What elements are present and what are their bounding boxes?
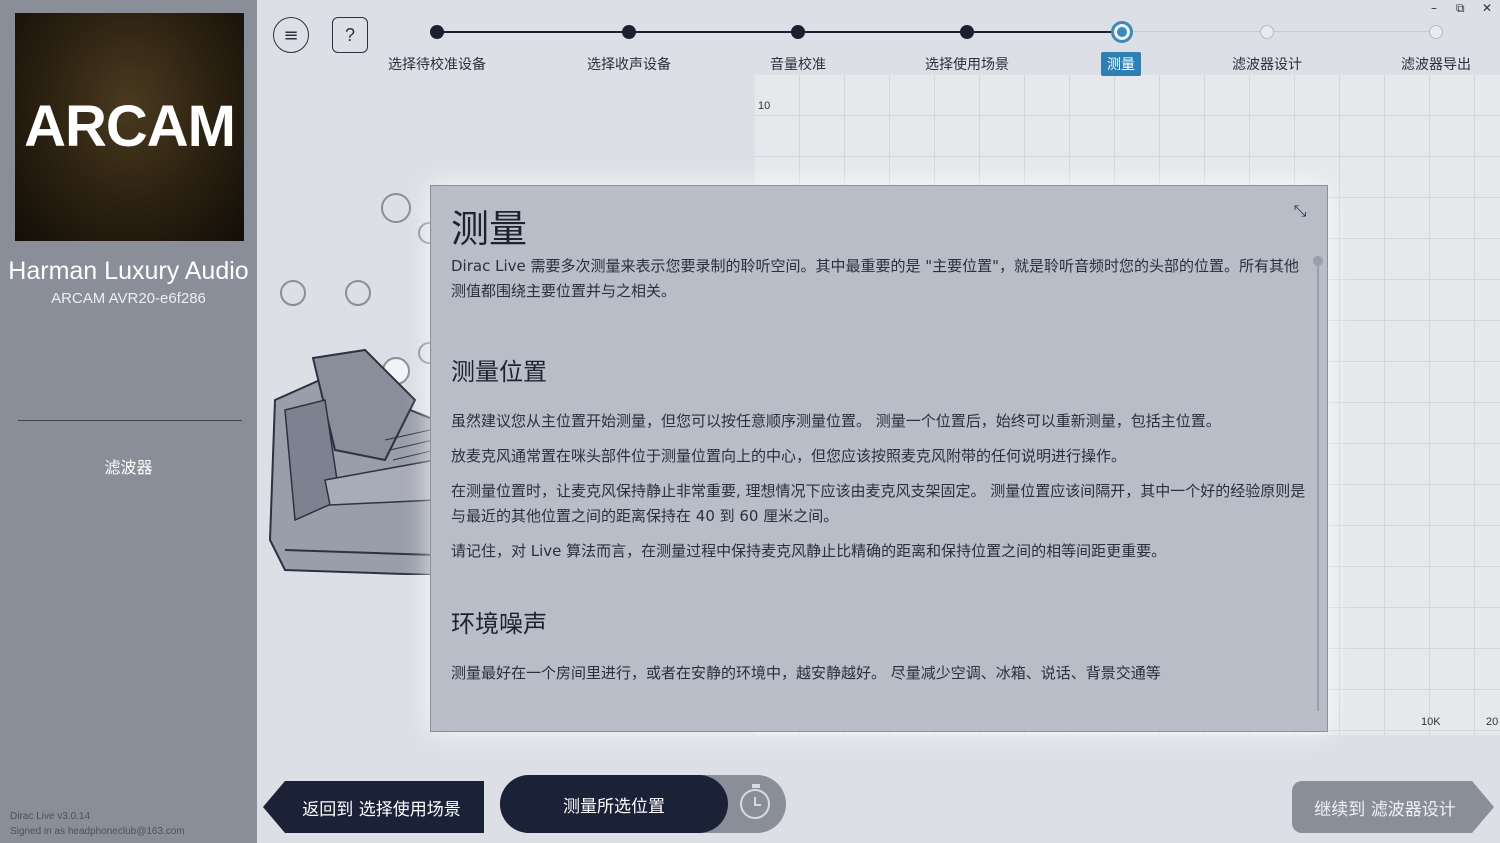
sofa-illustration [268,348,435,575]
timer-icon[interactable] [740,789,770,819]
step-label-2[interactable]: 选择收声设备 [587,54,671,74]
logo-text: ARCAM [24,94,236,159]
position-circle[interactable] [381,193,411,223]
menu-button[interactable]: ≡ [273,17,309,53]
plot-x-tick-20: 20 [1486,716,1499,728]
step-dot-3[interactable] [791,25,805,39]
step-dot-5-active[interactable] [1111,21,1133,43]
signed-in-text: Signed in as headphoneclub@163.com [10,826,185,837]
paragraph: 测量最好在一个房间里进行，或者在安静的环境中，越安静越好。 尽量减少空调、冰箱、… [451,664,1161,682]
dialog-content: Dirac Live 需要多次测量来表示您要录制的聆听空间。其中最重要的是 "主… [451,254,1311,686]
timer-icon-knob [752,784,760,788]
sidebar-item-filter[interactable]: 滤波器 [0,454,257,478]
step-label-6: 滤波器设计 [1232,57,1302,73]
stepper-line-done [437,31,1122,33]
plot-y-tick: 10 [758,100,771,112]
collapse-icon[interactable]: ⤡ [1289,200,1311,222]
sidebar: ARCAM Harman Luxury Audio ARCAM AVR20-e6… [0,0,257,843]
scrollbar-track[interactable] [1317,256,1319,711]
step-dot-1[interactable] [430,25,444,39]
step-label-5-active[interactable]: 测量 [1101,52,1141,76]
measurement-help-dialog: 测量 ⤡ Dirac Live 需要多次测量来表示您要录制的聆听空间。其中最重要… [430,185,1328,732]
help-icon: ? [344,24,355,45]
step-label-1[interactable]: 选择待校准设备 [388,54,486,74]
dialog-title: 测量 [451,207,528,251]
step-label-4[interactable]: 选择使用场景 [925,54,1009,74]
plot-x-tick-10k: 10K [1421,716,1441,728]
paragraph: 虽然建议您从主位置开始测量，但您可以按任意顺序测量位置。 测量一个位置后，始终可… [451,412,1221,430]
scrollbar-thumb[interactable] [1313,256,1323,266]
position-circle[interactable] [345,280,371,306]
help-button[interactable]: ? [332,17,368,53]
minimize-icon[interactable]: – [1431,1,1437,15]
restore-icon[interactable]: ⧉ [1456,1,1465,16]
arcam-logo: ARCAM [15,13,244,241]
version-text: Dirac Live v3.0.14 [10,811,91,822]
back-button[interactable]: 返回到 选择使用场景 [263,781,484,833]
section-title-positions: 测量位置 [451,358,547,386]
sidebar-divider [18,420,242,421]
menu-icon: ≡ [283,24,299,46]
close-icon[interactable]: ✕ [1482,1,1492,15]
measure-button[interactable]: 测量所选位置 [500,775,728,833]
step-label-3[interactable]: 音量校准 [770,54,826,74]
step-label-7: 滤波器导出 [1401,57,1471,73]
step-dot-2[interactable] [622,25,636,39]
dialog-intro: Dirac Live 需要多次测量来表示您要录制的聆听空间。其中最重要的是 "主… [451,257,1300,300]
paragraph: 在测量位置时，让麦克风保持静止非常重要, 理想情况下应该由麦克风支架固定。 测量… [451,482,1306,525]
brand-name: Harman Luxury Audio [8,257,249,285]
paragraph: 放麦克风通常置在咪头部件位于测量位置向上的中心，但您应该按照麦克风附带的任何说明… [451,447,1127,465]
section-title-noise: 环境噪声 [451,610,547,638]
step-dot-7 [1429,25,1443,39]
step-dot-6 [1260,25,1274,39]
stepper-line-future [1122,31,1437,32]
paragraph: 请记住，对 Live 算法而言，在测量过程中保持麦克风静止比精确的距离和保持位置… [451,542,1167,560]
step-dot-4[interactable] [960,25,974,39]
continue-button[interactable]: 继续到 滤波器设计 [1292,781,1494,833]
position-circle[interactable] [280,280,306,306]
device-model: ARCAM AVR20-e6f286 [51,290,206,307]
